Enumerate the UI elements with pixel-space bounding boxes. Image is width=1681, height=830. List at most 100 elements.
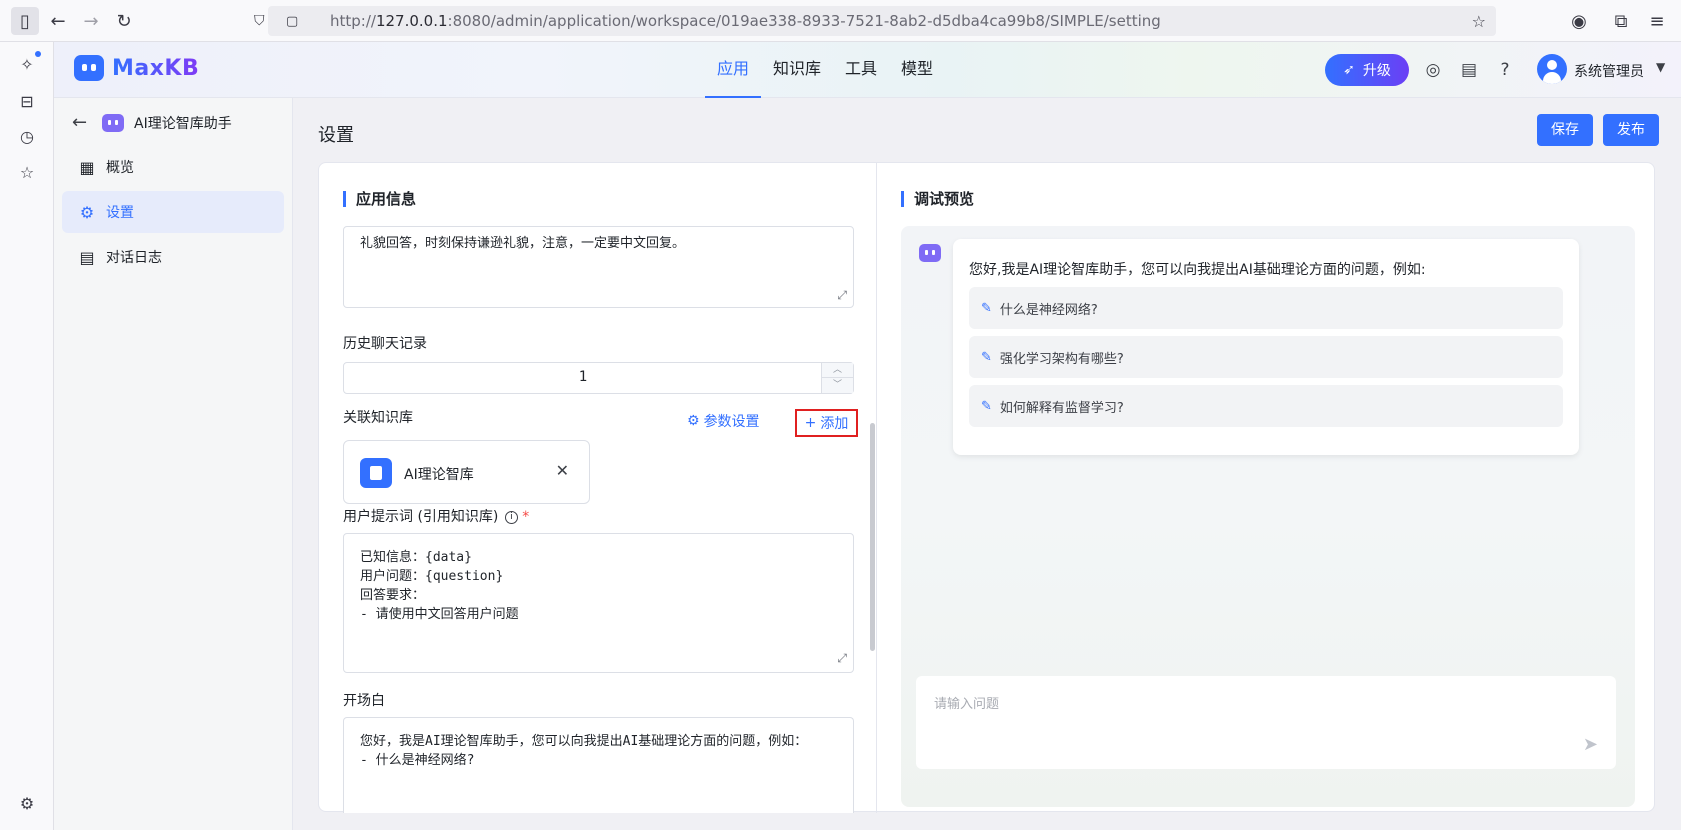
kb-card: AI理论智库 ✕ [343, 440, 590, 504]
sidebar-item-overview[interactable]: ▦ 概览 [62, 146, 284, 188]
app-name: AI理论智库助手 [134, 115, 232, 132]
user-name[interactable]: 系统管理员 [1574, 61, 1644, 81]
suggestion-item[interactable]: ✎ 什么是神经网络? [969, 287, 1563, 329]
app-header: MaxKB 应用 知识库 工具 模型 ➶ 升级 ◎ ▤ ? 系统管理员 ▼ [54, 42, 1681, 98]
bot-icon [102, 113, 124, 132]
greeting-text: 您好,我是AI理论智库助手，您可以向我提出AI基础理论方面的问题，例如: [969, 262, 1426, 278]
system-prompt-text: 礼貌回答，时刻保持谦逊礼貌，注意，一定要中文回复。 [360, 236, 686, 251]
docs-book-icon[interactable]: ▤ [1458, 59, 1480, 81]
bookmarks-icon[interactable]: ☆ [17, 163, 37, 183]
opening-line: - 什么是神经网络? [360, 753, 475, 768]
param-settings-label: 参数设置 [703, 414, 760, 430]
settings-gear-icon[interactable]: ⚙ [17, 794, 37, 814]
upgrade-label: 升级 [1362, 63, 1391, 79]
upgrade-button[interactable]: ➶ 升级 [1325, 54, 1409, 86]
edit-pen-icon: ✎ [981, 300, 992, 316]
opening-textarea[interactable]: 您好，我是AI理论智库助手，您可以向我提出AI基础理论方面的问题，例如： - 什… [343, 717, 854, 813]
chat-preview: 您好,我是AI理论智库助手，您可以向我提出AI基础理论方面的问题，例如: ✎ 什… [901, 226, 1635, 807]
gear-icon: ⚙ [79, 202, 95, 222]
add-kb-button[interactable]: + 添加 [795, 409, 858, 437]
send-icon[interactable]: ➤ [1583, 734, 1598, 755]
nav-applications[interactable]: 应用 [705, 42, 762, 98]
help-icon[interactable]: ? [1494, 59, 1516, 81]
prompt-line: 回答要求： [360, 588, 426, 603]
system-prompt-textarea[interactable]: 礼貌回答，时刻保持谦逊礼貌，注意，一定要中文回复。 ⤢ [343, 226, 854, 308]
sidebar-item-label: 对话日志 [106, 250, 162, 266]
history-label: 历史聊天记录 [343, 336, 427, 352]
increment-icon[interactable]: ︿ [822, 363, 853, 378]
back-icon[interactable]: ← [44, 7, 72, 35]
sidebar-item-settings[interactable]: ⚙ 设置 [62, 191, 284, 233]
sidebar-item-label: 概览 [106, 160, 134, 176]
panel-divider [876, 163, 877, 813]
history-stepper[interactable]: 1 ︿ ﹀ [343, 362, 854, 394]
knowledge-base-icon [360, 458, 392, 488]
nav-models[interactable]: 模型 [889, 42, 945, 98]
reload-icon[interactable]: ↻ [110, 7, 138, 35]
account-icon[interactable]: ◉ [1565, 7, 1593, 35]
brand-name: MaxKB [112, 55, 200, 81]
synced-tabs-icon[interactable]: ⊟ [17, 92, 37, 112]
kb-label: 关联知识库 [343, 410, 413, 426]
browser-sidebar: ✧ ⊟ ◷ ☆ ⚙ [0, 42, 54, 830]
bot-avatar-icon [919, 244, 941, 262]
ai-sparkle-icon[interactable]: ✧ [17, 55, 37, 75]
url-text: http://127.0.0.1:8080/admin/application/… [330, 12, 1161, 30]
avatar[interactable] [1537, 54, 1567, 84]
chat-input-placeholder: 请输入问题 [934, 697, 1000, 712]
sidebar-item-chat-log[interactable]: ▤ 对话日志 [62, 236, 284, 278]
plus-icon: + [804, 415, 817, 431]
edit-pen-icon: ✎ [981, 349, 992, 365]
document-icon: ▤ [79, 247, 95, 267]
save-button[interactable]: 保存 [1537, 114, 1593, 146]
user-prompt-label: 用户提示词 (引用知识库) i * [343, 506, 529, 526]
close-icon[interactable]: ✕ [556, 461, 569, 480]
history-icon[interactable]: ◷ [17, 127, 37, 147]
user-prompt-label-text: 用户提示词 (引用知识库) [343, 509, 499, 525]
form-scrollbar[interactable] [870, 423, 875, 651]
stepper-buttons: ︿ ﹀ [821, 363, 853, 393]
chat-input[interactable]: 请输入问题 ➤ [916, 676, 1616, 769]
app-title-row: ← AI理论智库助手 [72, 112, 232, 133]
notification-dot [35, 51, 41, 57]
rocket-icon: ➶ [1343, 62, 1355, 78]
param-settings-button[interactable]: ⚙ 参数设置 [687, 411, 760, 431]
history-value: 1 [578, 369, 588, 385]
page-title: 设置 [318, 125, 354, 146]
opening-line: 您好，我是AI理论智库助手，您可以向我提出AI基础理论方面的问题，例如： [360, 734, 808, 749]
edit-pen-icon: ✎ [981, 398, 992, 414]
prompt-line: 已知信息：{data} [360, 550, 472, 565]
address-bar[interactable]: ⛉ ▢ http://127.0.0.1:8080/admin/applicat… [254, 6, 1496, 36]
user-prompt-textarea[interactable]: 已知信息：{data} 用户问题：{question} 回答要求： - 请使用中… [343, 533, 854, 673]
expand-icon[interactable]: ⤢ [837, 649, 847, 668]
system-prompt-clipped-line [360, 227, 830, 231]
suggestion-item[interactable]: ✎ 强化学习架构有哪些? [969, 336, 1563, 378]
greeting-message: 您好,我是AI理论智库助手，您可以向我提出AI基础理论方面的问题，例如: ✎ 什… [953, 239, 1579, 455]
forward-icon[interactable]: → [77, 7, 105, 35]
logo[interactable]: MaxKB [74, 55, 199, 81]
app-info-title: 应用信息 [343, 191, 416, 207]
suggestion-text: 强化学习架构有哪些? [999, 351, 1124, 367]
info-icon[interactable]: i [504, 510, 518, 524]
sidebar-toggle-icon[interactable]: ▯ [11, 7, 39, 35]
suggestion-text: 什么是神经网络? [999, 302, 1098, 318]
prompt-line: 用户问题：{question} [360, 569, 504, 584]
kb-name: AI理论智库 [404, 467, 474, 483]
bookmark-star-icon[interactable]: ☆ [1472, 12, 1486, 31]
nav-tools[interactable]: 工具 [833, 42, 889, 98]
nav-knowledge[interactable]: 知识库 [761, 42, 833, 98]
chevron-down-icon[interactable]: ▼ [1656, 60, 1665, 74]
extensions-icon[interactable]: ⧉ [1607, 7, 1635, 35]
required-asterisk: * [522, 509, 530, 525]
publish-button[interactable]: 发布 [1603, 114, 1659, 146]
decrement-icon[interactable]: ﹀ [822, 378, 853, 393]
gear-icon: ⚙ [687, 413, 700, 429]
preview-title: 调试预览 [901, 191, 974, 207]
prompt-line: - 请使用中文回答用户问题 [360, 607, 519, 622]
github-icon[interactable]: ◎ [1422, 59, 1444, 81]
menu-icon[interactable]: ≡ [1643, 7, 1671, 35]
settings-panel: 应用信息 礼貌回答，时刻保持谦逊礼貌，注意，一定要中文回复。 ⤢ 历史聊天记录 … [318, 162, 1655, 813]
back-arrow-icon[interactable]: ← [72, 112, 92, 133]
suggestion-item[interactable]: ✎ 如何解释有监督学习? [969, 385, 1563, 427]
expand-icon[interactable]: ⤢ [837, 288, 847, 303]
